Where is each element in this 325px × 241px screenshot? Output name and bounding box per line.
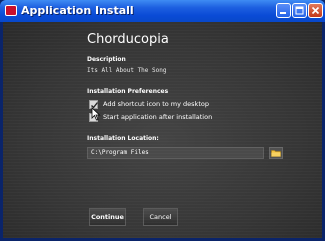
preferences-label: Installation Preferences	[87, 88, 169, 95]
browse-folder-button[interactable]	[269, 147, 283, 159]
shortcut-option-label[interactable]: Add shortcut icon to my desktop	[103, 100, 209, 108]
cancel-button[interactable]: Cancel	[143, 208, 178, 226]
continue-button[interactable]: Continue	[89, 208, 126, 226]
maximize-button[interactable]	[292, 3, 307, 18]
close-icon	[311, 6, 320, 15]
app-icon[interactable]	[5, 5, 17, 16]
install-location-value: C:\Program Files	[91, 149, 149, 156]
minimize-icon	[280, 12, 286, 14]
description-value: Its All About The Song	[87, 67, 167, 74]
installer-panel: Chorducopia Description Its All About Th…	[3, 22, 322, 238]
close-button[interactable]	[308, 3, 323, 18]
location-label: Installation Location:	[87, 135, 159, 142]
install-location-field[interactable]: C:\Program Files	[87, 147, 264, 159]
folder-icon	[271, 150, 281, 157]
maximize-icon	[295, 6, 304, 15]
app-name: Chorducopia	[87, 32, 169, 47]
title-bar[interactable]: Application Install	[0, 0, 325, 22]
window-title: Application Install	[21, 4, 134, 17]
minimize-button[interactable]	[276, 3, 291, 18]
mouse-pointer-icon	[91, 107, 101, 121]
description-label: Description	[87, 56, 126, 63]
install-window: Application Install Chorducopia Descript…	[0, 0, 325, 241]
start-after-install-label[interactable]: Start application after installation	[103, 113, 212, 121]
